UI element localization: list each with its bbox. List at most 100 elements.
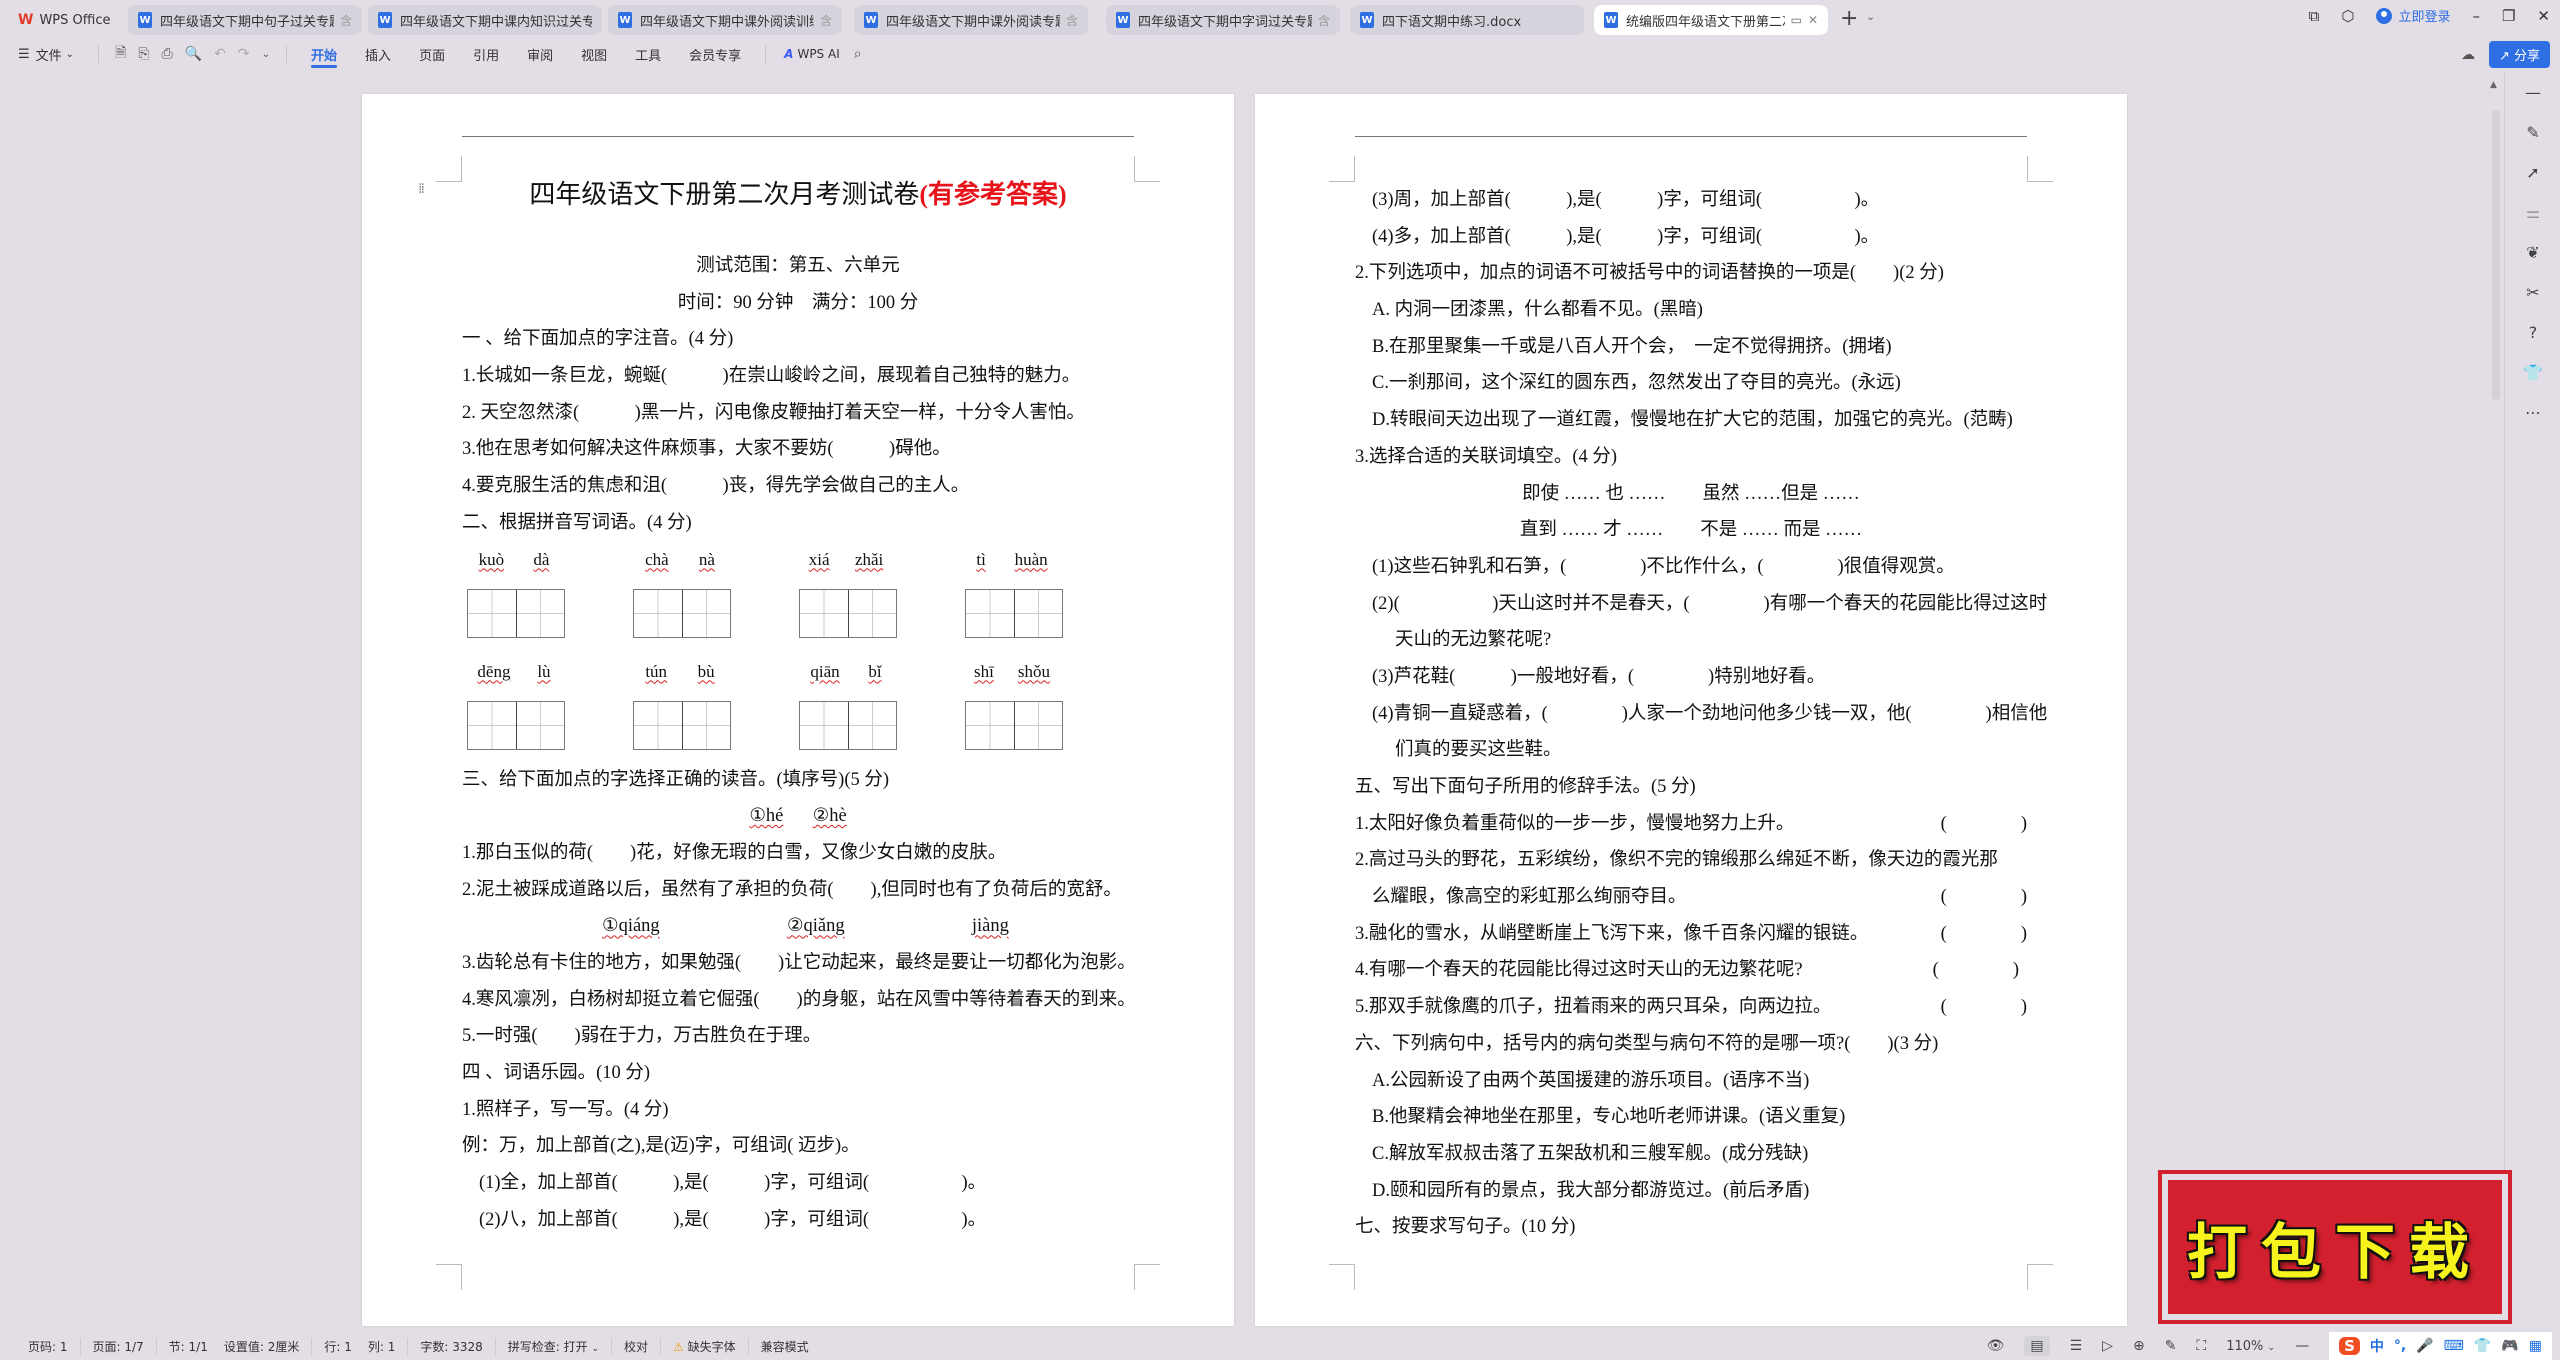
document-page-2[interactable]: (3)周，加上部首( ),是( )字，可组词( )。 (4)多，加上部首( ),… [1255, 94, 2127, 1326]
minimize-icon[interactable]: – [2472, 7, 2480, 25]
missing-font-button[interactable]: ⚠ 缺失字体 [661, 1337, 749, 1355]
grid-menu-icon[interactable]: ▦ [2529, 1338, 2542, 1354]
menu-tab-review[interactable]: 审阅 [513, 38, 567, 70]
tab-title: 四年级语文下期中字词过关专题卷 [1138, 14, 1312, 30]
tab-title: 四年级语文下期中课外阅读专题卷 [886, 14, 1060, 30]
title-bar: W WPS Office W 四年级语文下期中句子过关专题卷 含 W 四年级语文… [0, 0, 2560, 38]
cloud-comment-icon[interactable]: ☁ [2461, 47, 2475, 63]
more-icon[interactable]: ⋯ [2505, 392, 2560, 432]
screen-icon[interactable]: ▭ [1791, 13, 1802, 27]
pinyin-item: kuò dà [464, 542, 630, 650]
fit-page-icon[interactable]: ⛶ [2196, 1338, 2206, 1354]
tab-document[interactable]: W 四年级语文下期中课内知识过关专题卷 [368, 5, 602, 35]
tab-title: 四年级语文下期中课内知识过关专题卷 [400, 14, 592, 30]
multi-window-icon[interactable]: ⧉ [2309, 7, 2320, 25]
theme-shirt-icon[interactable]: 👕 [2505, 352, 2560, 392]
scroll-up-icon[interactable]: ▲ [2490, 80, 2497, 90]
question-text: 么耀眼，像高空的彩虹那么绚丽夺目。 [1372, 887, 1687, 908]
option-item: D.颐和园所有的景点，我大部分都游览过。(前后矛盾) [1372, 1180, 1810, 1201]
tab-document[interactable]: W 四年级语文下期中课外阅读训练题5 含 [608, 5, 842, 35]
zoom-out-icon[interactable]: — [2295, 1338, 2309, 1354]
web-view-icon[interactable]: ⊕ [2133, 1338, 2145, 1354]
file-menu[interactable]: ☰ 文件 ⌄ [0, 38, 88, 70]
redo-icon[interactable]: ↷ [232, 46, 256, 62]
right-sidebar: — ✎ ➚ ⚌ ❦ ✂ ? 👕 ⋯ [2504, 72, 2560, 1322]
pen-icon[interactable]: ✎ [2505, 112, 2560, 152]
ime-punct[interactable]: °, [2394, 1338, 2406, 1354]
status-word-count[interactable]: 字数: 3328 [408, 1337, 496, 1355]
print-icon[interactable]: ⎙ [156, 46, 179, 62]
pinyin-item: xiá zhǎi [796, 542, 962, 650]
proofread-button[interactable]: 校对 [612, 1337, 661, 1355]
zoom-level[interactable]: 110% ⌄ [2226, 1339, 2275, 1354]
tab-document[interactable]: W 四年级语文下期中字词过关专题卷 含 [1106, 5, 1340, 35]
spellcheck-toggle[interactable]: 拼写检查: 打开 ⌄ [496, 1337, 612, 1355]
tianzi-square [848, 701, 896, 749]
question-text: 5.那双手就像鹰的爪子，扭着雨来的两只耳朵，向两边拉。 [1355, 997, 1832, 1018]
tianzi-box [633, 588, 731, 638]
game-icon[interactable]: 🎮 [2501, 1338, 2518, 1354]
tab-document-active[interactable]: W 统编版四年级语文下册第二次月 ▭ ✕ [1594, 5, 1828, 35]
tab-document[interactable]: W 四年级语文下期中句子过关专题卷 含 [128, 5, 362, 35]
microphone-icon[interactable]: 🎤 [2416, 1338, 2433, 1354]
page-view-icon[interactable]: ▤ [2024, 1336, 2050, 1356]
wps-ai-button[interactable]: A WPS AI [776, 47, 848, 61]
menu-tab-insert[interactable]: 插入 [351, 38, 405, 70]
outline-view-icon[interactable]: ☰ [2070, 1338, 2083, 1354]
restore-icon[interactable]: ❐ [2502, 7, 2515, 25]
drag-handle-icon[interactable]: ⁞⁞ [418, 182, 425, 196]
eye-icon[interactable]: 👁 [1987, 1338, 2005, 1354]
tools-icon[interactable]: ✂ [2505, 272, 2560, 312]
share-button[interactable]: ↗ 分享 [2488, 41, 2550, 68]
skin-icon[interactable]: 👕 [2474, 1338, 2491, 1354]
zoom-value: 110% [2226, 1338, 2264, 1354]
export-pdf-icon[interactable]: ⎘ [132, 46, 155, 62]
download-package-banner[interactable]: 打包下载 [2158, 1170, 2512, 1324]
document-page-1[interactable]: ⁞⁞ 四年级语文下册第二次月考测试卷(有参考答案) 测试范围：第五、六单元 时间… [362, 94, 1234, 1326]
play-icon[interactable]: ▷ [2102, 1338, 2113, 1354]
save-icon[interactable]: 🗎 [109, 42, 132, 66]
pinyin-labels: shī shǒu [962, 662, 1062, 682]
section-heading: 三、给下面加点的字选择正确的读音。(填序号)(5 分) [462, 769, 890, 790]
title-answer-note: (有参考答案) [919, 180, 1067, 209]
keyboard-icon[interactable]: ⌨ [2444, 1338, 2464, 1354]
cube-icon[interactable]: ⬡ [2341, 7, 2354, 25]
style-brush-icon[interactable]: ❦ [2505, 232, 2560, 272]
close-tab-icon[interactable]: ✕ [1808, 13, 1818, 27]
menu-tab-references[interactable]: 引用 [459, 38, 513, 70]
collapse-icon[interactable]: — [2505, 72, 2560, 112]
margin-corner [1134, 156, 1160, 182]
help-icon[interactable]: ? [2505, 312, 2560, 352]
menu-tab-tools[interactable]: 工具 [621, 38, 675, 70]
status-col: 列: 1 [356, 1337, 409, 1355]
menu-tab-page[interactable]: 页面 [405, 38, 459, 70]
select-cursor-icon[interactable]: ➚ [2505, 152, 2560, 192]
menu-tab-view[interactable]: 视图 [567, 38, 621, 70]
pronunciation-options: ①hé ②hè [462, 798, 1134, 835]
ime-mode[interactable]: 中 [2370, 1336, 2384, 1356]
status-pages[interactable]: 页面: 1/7 [81, 1337, 157, 1355]
print-preview-icon[interactable]: 🔍 [179, 46, 208, 62]
tab-wps-home[interactable]: W WPS Office [8, 5, 118, 35]
search-icon[interactable]: ⌕ [848, 46, 868, 62]
chevron-down-icon[interactable]: ⌄ [1866, 10, 1875, 23]
chevron-down-icon[interactable]: ⌄ [256, 49, 276, 60]
answer-blank: ( ) [1940, 887, 2027, 908]
brush-icon[interactable]: ✎ [2165, 1338, 2177, 1354]
undo-icon[interactable]: ↶ [208, 46, 232, 62]
login-button[interactable]: 立即登录 [2376, 6, 2450, 25]
tab-document[interactable]: W 四下语文期中练习.docx [1350, 5, 1584, 35]
tab-document[interactable]: W 四年级语文下期中课外阅读专题卷 含 [854, 5, 1088, 35]
new-tab-button[interactable]: + [1840, 6, 1858, 31]
vertical-scrollbar[interactable] [2492, 110, 2500, 400]
status-page-code[interactable]: 页码: 1 [16, 1337, 81, 1355]
hamburger-icon: ☰ [18, 46, 30, 62]
question-item: 1.那白玉似的荷( )花，好像无瑕的白雪，又像少女白嫩的皮肤。 [462, 842, 1007, 863]
ribbon-menu: ☰ 文件 ⌄ 🗎 ⎘ ⎙ 🔍 ↶ ↷ ⌄ 开始 插入 页面 引用 审阅 视图 工… [0, 38, 2560, 70]
close-window-icon[interactable]: ✕ [2537, 7, 2550, 25]
menu-tab-home[interactable]: 开始 [297, 38, 351, 70]
divider [765, 45, 767, 63]
sogou-logo-icon: S [2339, 1337, 2360, 1355]
menu-tab-member[interactable]: 会员专享 [675, 38, 755, 70]
adjust-sliders-icon[interactable]: ⚌ [2505, 192, 2560, 232]
